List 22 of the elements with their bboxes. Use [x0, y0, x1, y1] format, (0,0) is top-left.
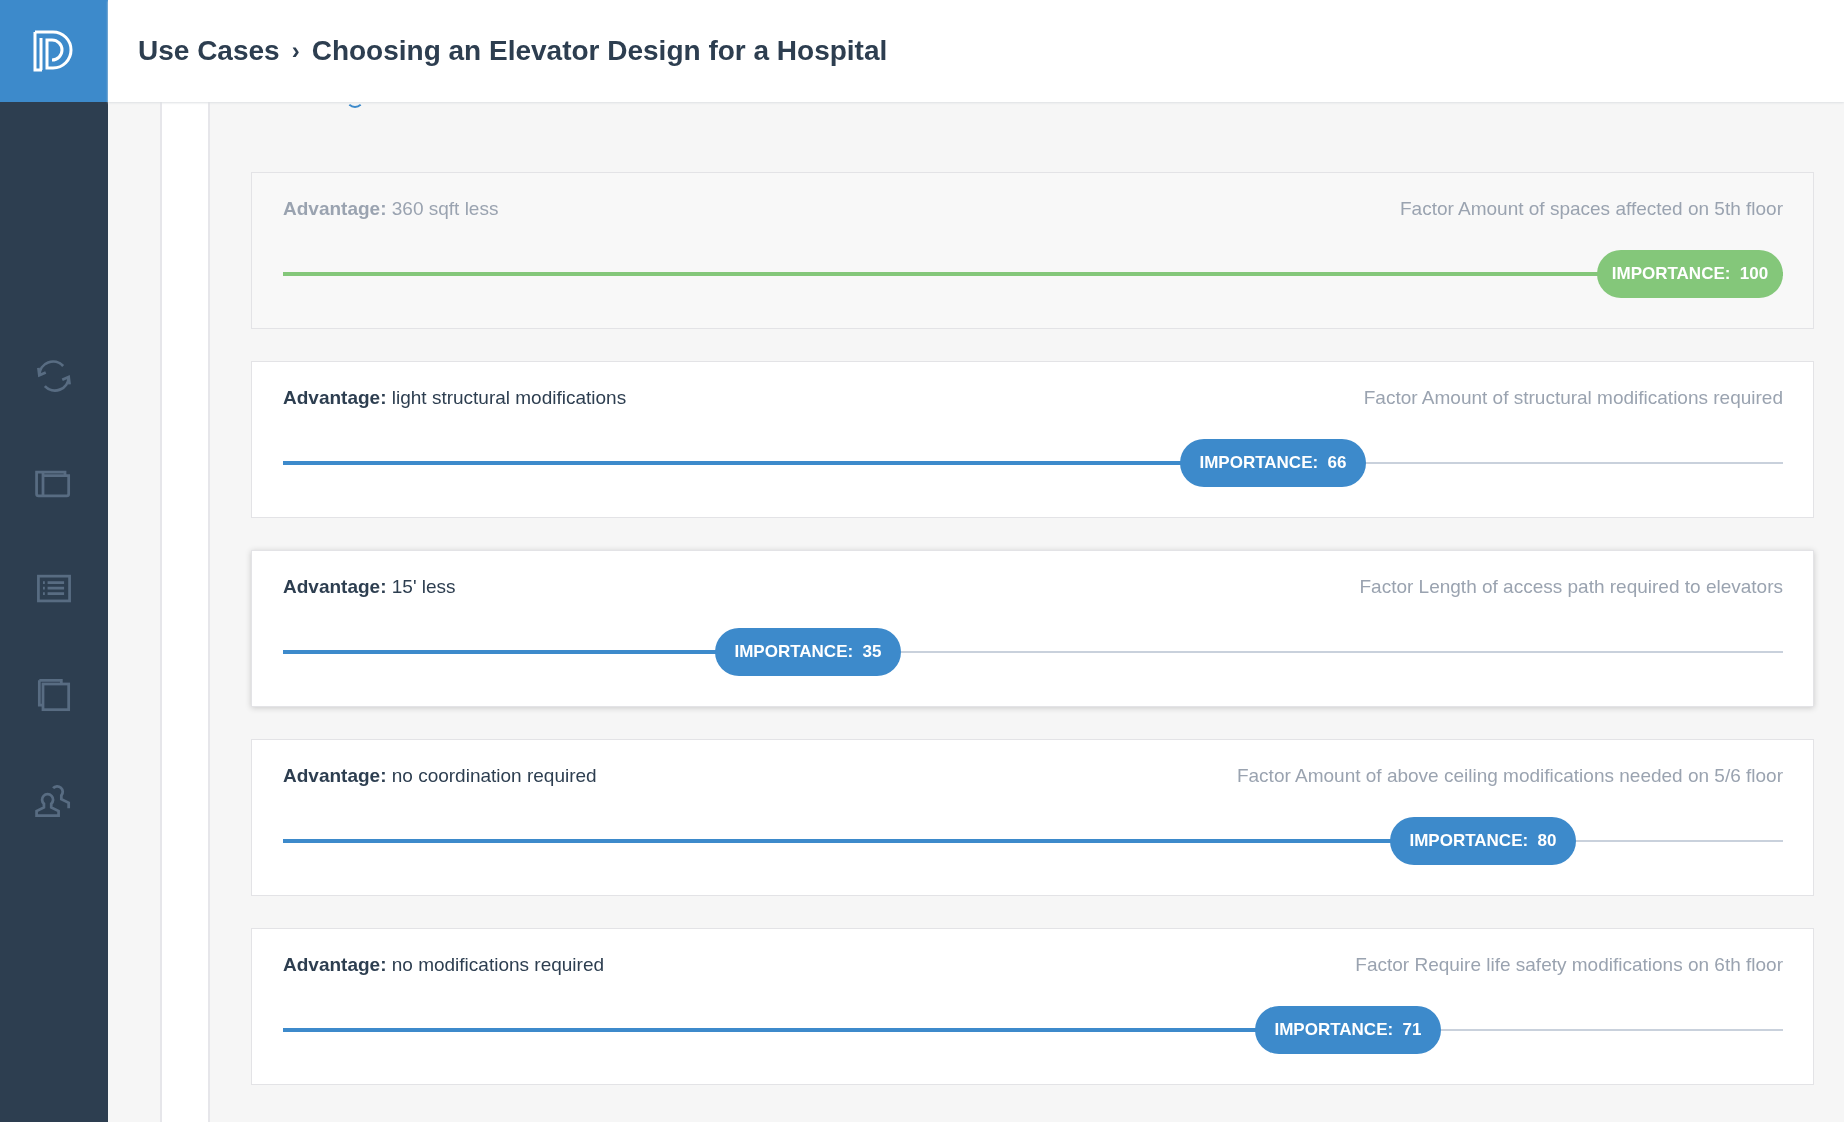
advantage-text: Advantage: no coordination required: [283, 765, 597, 787]
factor-text: Factor Amount of spaces affected on 5th floor: [1399, 198, 1783, 220]
advantage-text: Advantage: light structural modifications: [283, 387, 627, 409]
breadcrumb-link[interactable]: Use Cases: [138, 35, 280, 67]
advantage-text: Advantage: no modifications required: [283, 954, 605, 976]
advantage-text: Advantage: 360 sqft less: [283, 198, 499, 220]
importance-handle[interactable]: IMPORTANCE: 35: [715, 628, 901, 676]
factor-text: Factor Amount of above ceiling modifications needed on 5/6 floor: [1236, 765, 1783, 787]
importance-slider[interactable]: IMPORTANCE: 35: [283, 628, 1783, 676]
factor-text: Factor Require life safety modifications on 6th floor: [1355, 954, 1783, 976]
importance-handle[interactable]: IMPORTANCE: 71: [1255, 1006, 1441, 1054]
app-logo[interactable]: [0, 0, 108, 102]
importance-handle[interactable]: IMPORTANCE: 66: [1180, 439, 1366, 487]
page-title: Choosing an Elevator Design for a Hospital: [311, 35, 888, 67]
factor-text: Factor Length of access path required to elevators: [1359, 576, 1783, 598]
importance-slider[interactable]: IMPORTANCE: 80: [283, 817, 1783, 865]
importance-slider[interactable]: IMPORTANCE: 71: [283, 1006, 1783, 1054]
breadcrumb-separator: ›: [291, 37, 300, 65]
importance-slider[interactable]: IMPORTANCE: 66: [283, 439, 1783, 487]
factor-text: Factor Amount of structural modifications required: [1363, 387, 1783, 409]
advantage-text: Advantage: 15' less: [283, 576, 456, 598]
importance-handle[interactable]: IMPORTANCE: 80: [1390, 817, 1576, 865]
